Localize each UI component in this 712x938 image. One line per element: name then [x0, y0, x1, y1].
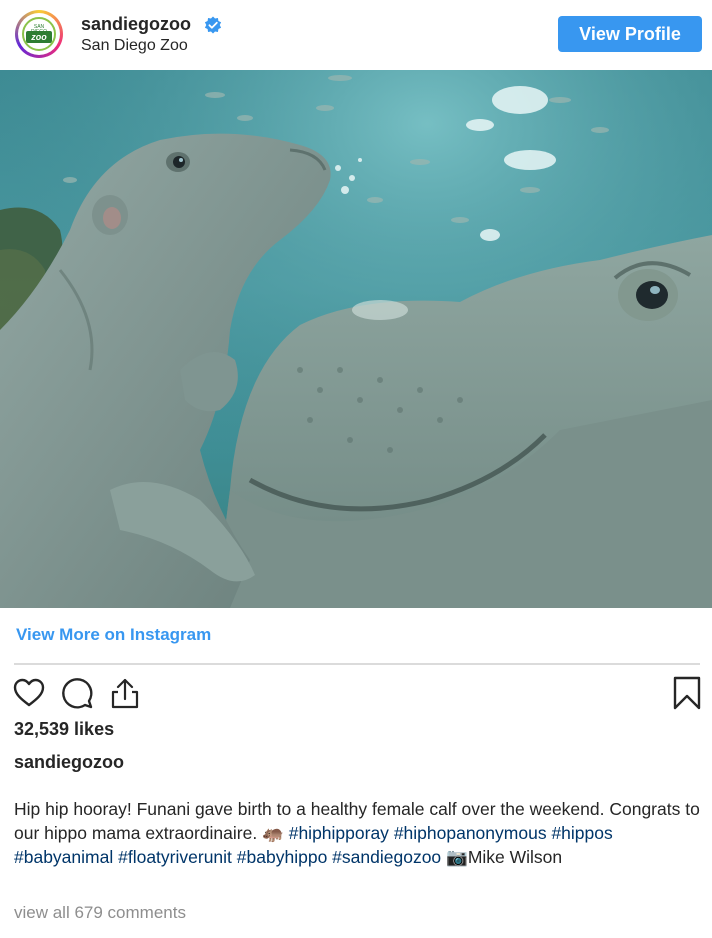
view-all-comments-link[interactable]: view all 679 comments	[14, 903, 186, 923]
account-full-name: San Diego Zoo	[81, 37, 188, 54]
hashtag-hiphopanonymous[interactable]: #hiphopanonymous	[394, 823, 547, 843]
camera-emoji-icon: 📷	[446, 847, 468, 867]
verified-badge-icon	[204, 16, 222, 34]
post-header: SAN DIEGO zoo sandiegozoo San Diego Zoo …	[0, 0, 712, 70]
hashtag-babyanimal[interactable]: #babyanimal	[14, 847, 113, 867]
caption-author[interactable]: sandiegozoo	[14, 752, 124, 773]
heart-icon[interactable]	[12, 676, 46, 710]
photo-credit: Mike Wilson	[467, 847, 563, 867]
view-more-on-instagram-link[interactable]: View More on Instagram	[16, 625, 211, 645]
zoo-logo: SAN DIEGO zoo	[22, 17, 56, 51]
username-link[interactable]: sandiegozoo	[81, 14, 191, 35]
likes-count[interactable]: 32,539 likes	[14, 719, 114, 740]
hashtag-hippos[interactable]: #hippos	[551, 823, 612, 843]
hashtag-hiphipporay[interactable]: #hiphipporay	[289, 823, 389, 843]
post-photo[interactable]	[0, 70, 712, 608]
hashtag-babyhippo[interactable]: #babyhippo	[237, 847, 328, 867]
view-profile-button[interactable]: View Profile	[558, 16, 702, 52]
hippo-photo-illustration	[0, 70, 712, 608]
bookmark-icon[interactable]	[670, 676, 704, 710]
share-icon[interactable]	[108, 676, 142, 710]
post-caption: Hip hip hooray! Funani gave birth to a h…	[14, 797, 704, 869]
hashtag-sandiegozoo[interactable]: #sandiegozoo	[332, 847, 441, 867]
hippo-emoji-icon: 🦛	[262, 823, 284, 843]
hashtag-floatyriverunit[interactable]: #floatyriverunit	[118, 847, 232, 867]
profile-avatar[interactable]: SAN DIEGO zoo	[15, 10, 63, 58]
comment-icon[interactable]	[60, 676, 94, 710]
divider	[14, 663, 700, 665]
